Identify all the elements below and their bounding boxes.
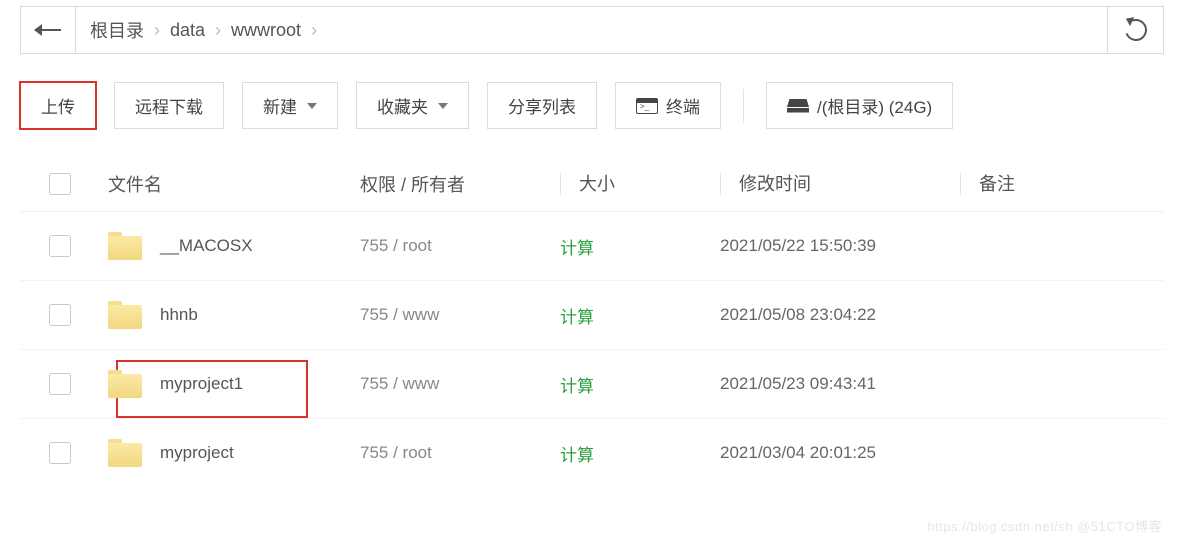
header-name[interactable]: 文件名 [100, 171, 360, 197]
folder-icon [108, 370, 142, 398]
select-all-checkbox[interactable] [49, 173, 71, 195]
chevron-right-icon: › [154, 20, 160, 41]
share-list-label: 分享列表 [508, 93, 576, 118]
file-name[interactable]: myproject [160, 443, 234, 463]
size-calc-link[interactable]: 计算 [560, 239, 594, 258]
file-mtime: 2021/05/08 23:04:22 [720, 305, 960, 325]
breadcrumb-item[interactable]: data [170, 20, 205, 41]
header-mtime[interactable]: 修改时间 [720, 173, 811, 195]
breadcrumb-item[interactable]: wwwroot [231, 20, 301, 41]
breadcrumb-item[interactable]: 根目录 [90, 17, 144, 43]
header-note[interactable]: 备注 [960, 173, 1015, 195]
size-calc-link[interactable]: 计算 [560, 446, 594, 465]
chevron-down-icon [438, 103, 448, 109]
upload-button[interactable]: 上传 [20, 82, 96, 129]
file-table: 文件名 权限 / 所有者 大小 修改时间 备注 __MACOSX 755 / r… [20, 157, 1164, 487]
new-label: 新建 [263, 93, 297, 118]
share-list-button[interactable]: 分享列表 [487, 82, 597, 129]
table-row[interactable]: __MACOSX 755 / root 计算 2021/05/22 15:50:… [20, 212, 1164, 281]
terminal-icon [636, 98, 658, 114]
size-calc-link[interactable]: 计算 [560, 308, 594, 327]
folder-icon [108, 301, 142, 329]
table-row[interactable]: myproject1 755 / www 计算 2021/05/23 09:43… [20, 350, 1164, 419]
file-perm: 755 / root [360, 443, 560, 463]
folder-icon [108, 439, 142, 467]
table-header: 文件名 权限 / 所有者 大小 修改时间 备注 [20, 157, 1164, 212]
file-name[interactable]: hhnb [160, 305, 198, 325]
row-checkbox[interactable] [49, 442, 71, 464]
terminal-button[interactable]: 终端 [615, 82, 721, 129]
new-button[interactable]: 新建 [242, 82, 338, 129]
watermark: https://blog.csdn.net/sh @51CTO博客 [927, 516, 1162, 535]
header-size[interactable]: 大小 [560, 173, 615, 195]
file-name[interactable]: __MACOSX [160, 236, 253, 256]
favorites-button[interactable]: 收藏夹 [356, 82, 469, 129]
chevron-down-icon [307, 103, 317, 109]
upload-label: 上传 [41, 93, 75, 118]
file-perm: 755 / www [360, 305, 560, 325]
size-calc-link[interactable]: 计算 [560, 377, 594, 396]
breadcrumb: 根目录 › data › wwwroot › [76, 6, 1108, 54]
folder-icon [108, 232, 142, 260]
file-mtime: 2021/05/22 15:50:39 [720, 236, 960, 256]
root-disk-button[interactable]: /(根目录) (24G) [766, 82, 953, 129]
chevron-right-icon: › [215, 20, 221, 41]
file-mtime: 2021/05/23 09:43:41 [720, 374, 960, 394]
file-perm: 755 / www [360, 374, 560, 394]
remote-download-button[interactable]: 远程下载 [114, 82, 224, 129]
remote-download-label: 远程下载 [135, 93, 203, 118]
arrow-left-icon [35, 29, 61, 31]
refresh-icon [1121, 15, 1150, 44]
table-row[interactable]: myproject 755 / root 计算 2021/03/04 20:01… [20, 419, 1164, 487]
file-perm: 755 / root [360, 236, 560, 256]
back-button[interactable] [20, 6, 76, 54]
path-bar: 根目录 › data › wwwroot › [20, 6, 1164, 54]
row-checkbox[interactable] [49, 304, 71, 326]
file-name[interactable]: myproject1 [160, 374, 243, 394]
root-disk-label: /(根目录) (24G) [817, 93, 932, 118]
toolbar-divider [743, 89, 744, 123]
toolbar: 上传 远程下载 新建 收藏夹 分享列表 终端 /(根目录) (24G) [20, 82, 1164, 129]
terminal-label: 终端 [666, 93, 700, 118]
file-mtime: 2021/03/04 20:01:25 [720, 443, 960, 463]
header-perm[interactable]: 权限 / 所有者 [360, 171, 560, 197]
row-checkbox[interactable] [49, 235, 71, 257]
favorites-label: 收藏夹 [377, 93, 428, 118]
chevron-right-icon: › [311, 20, 317, 41]
refresh-button[interactable] [1108, 6, 1164, 54]
table-row[interactable]: hhnb 755 / www 计算 2021/05/08 23:04:22 [20, 281, 1164, 350]
disk-icon [787, 99, 809, 113]
row-checkbox[interactable] [49, 373, 71, 395]
